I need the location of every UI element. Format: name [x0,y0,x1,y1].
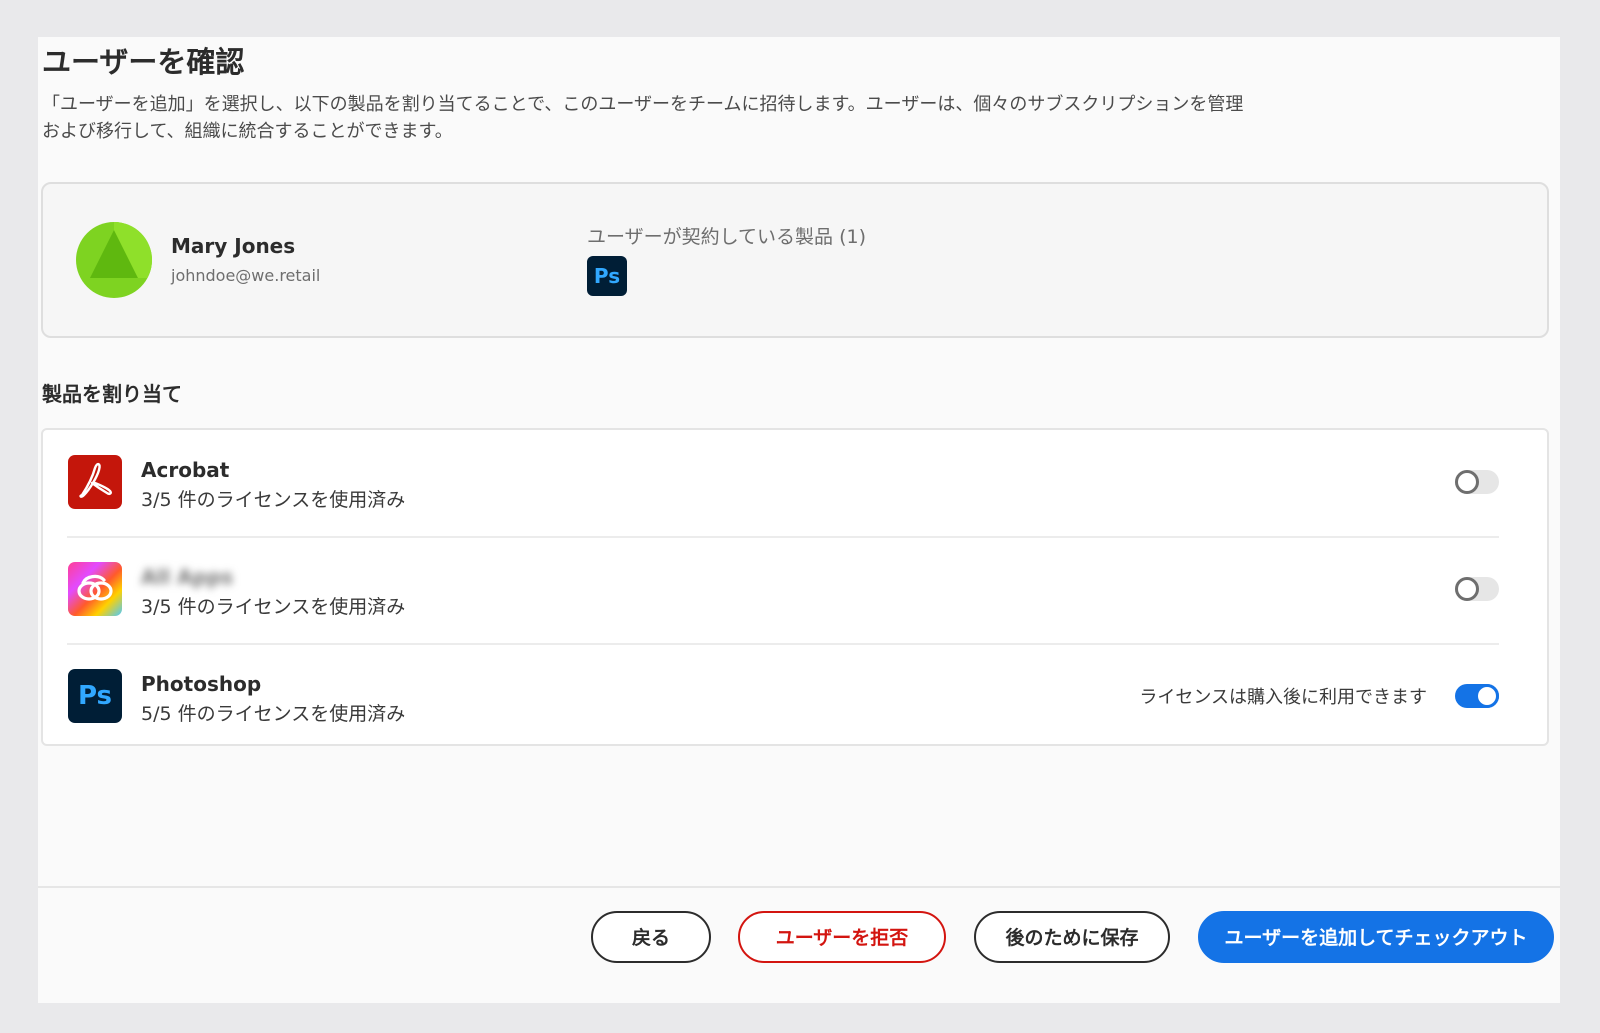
assign-toggle-photoshop[interactable] [1455,684,1499,708]
dialog-title: ユーザーを確認 [42,45,245,79]
acrobat-icon [68,455,122,509]
product-row-photoshop: Ps Photoshop 5/5 件のライセンスを使用済み ライセンスは購入後に… [67,644,1499,750]
avatar [76,222,152,298]
avatar-graphic [90,222,152,278]
reject-user-button[interactable]: ユーザーを拒否 [738,911,946,963]
save-for-later-button[interactable]: 後のために保存 [974,911,1170,963]
toggle-knob [1475,684,1499,708]
product-usage: 3/5 件のライセンスを使用済み [141,596,406,618]
product-name: Acrobat [141,458,230,482]
product-usage: 3/5 件のライセンスを使用済み [141,489,406,511]
dialog-footer: 戻る ユーザーを拒否 後のために保存 ユーザーを追加してチェックアウト [38,886,1560,966]
description-line-2: および移行して、組織に統合することができます。 [42,121,453,142]
assign-products-heading: 製品を割り当て [42,382,182,406]
user-card: Mary Jones johndoe@we.retail ユーザーが契約している… [41,182,1549,338]
product-name: All Apps [141,565,234,589]
back-button[interactable]: 戻る [591,911,711,963]
toggle-knob [1455,470,1479,494]
license-availability-note: ライセンスは購入後に利用できます [1139,687,1427,708]
user-name: Mary Jones [171,234,296,258]
product-row-acrobat: Acrobat 3/5 件のライセンスを使用済み [67,430,1499,536]
product-name: Photoshop [141,672,262,696]
review-user-dialog: ユーザーを確認 「ユーザーを追加」を選択し、以下の製品を割り当てることで、このユ… [38,37,1560,1003]
add-user-checkout-button[interactable]: ユーザーを追加してチェックアウト [1198,911,1554,963]
user-email: johndoe@we.retail [171,266,321,285]
photoshop-icon: Ps [587,256,627,296]
description-line-1: 「ユーザーを追加」を選択し、以下の製品を割り当てることで、このユーザーをチームに… [42,94,1244,115]
dialog-description: 「ユーザーを追加」を選択し、以下の製品を割り当てることで、このユーザーをチームに… [42,91,1502,145]
product-list: Acrobat 3/5 件のライセンスを使用済み All Apps 3/5 件の… [41,428,1549,746]
assign-toggle-all-apps[interactable] [1455,577,1499,601]
product-row-all-apps: All Apps 3/5 件のライセンスを使用済み [67,537,1499,643]
photoshop-icon: Ps [68,669,122,723]
assign-toggle-acrobat[interactable] [1455,470,1499,494]
creative-cloud-icon [68,562,122,616]
owned-products-label: ユーザーが契約している製品 (1) [587,226,867,248]
toggle-knob [1455,577,1479,601]
product-usage: 5/5 件のライセンスを使用済み [141,703,406,725]
